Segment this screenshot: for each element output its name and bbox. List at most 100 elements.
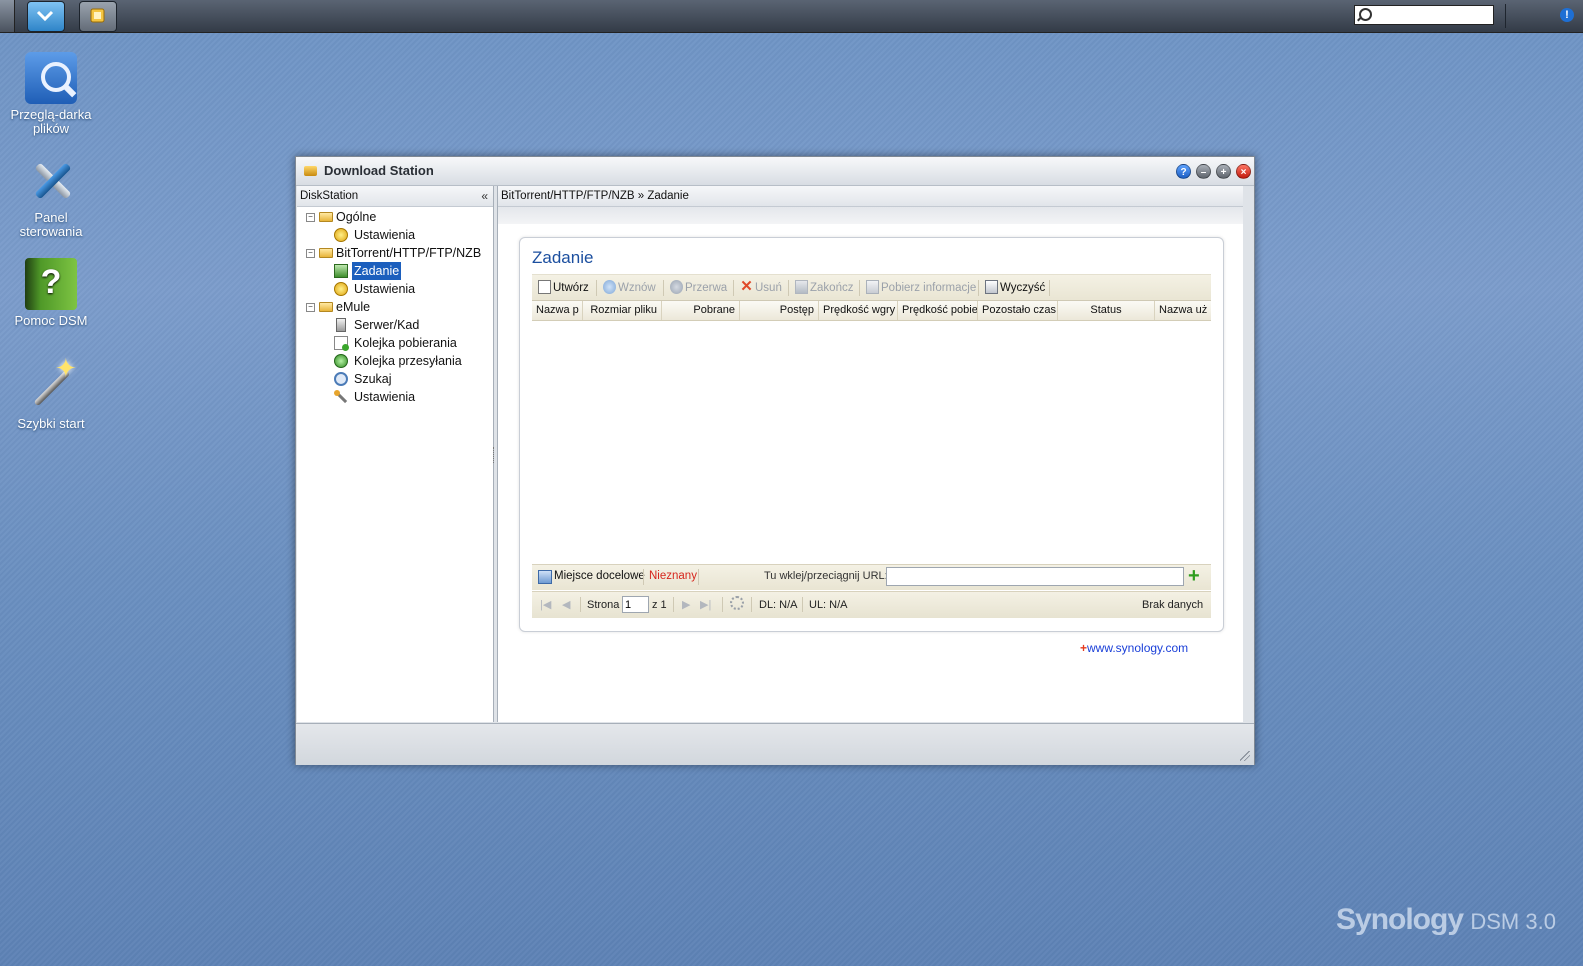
column-header-downloaded[interactable]: Pobrane — [662, 301, 740, 320]
desktop-icon-help[interactable]: ? Pomoc DSM — [6, 258, 96, 328]
destination-value: Nieznany — [649, 570, 697, 582]
download-station-icon — [90, 8, 105, 23]
info-icon — [866, 279, 879, 294]
tree-group-label: Ogólne — [336, 210, 377, 224]
first-page-icon[interactable]: |◀ — [540, 598, 551, 611]
collapse-toggle-icon[interactable]: − — [306, 303, 315, 312]
column-header-status[interactable]: Status — [1058, 301, 1155, 320]
wrench-icon — [334, 390, 348, 404]
url-input[interactable] — [886, 567, 1184, 586]
toolbar-separator — [788, 280, 789, 296]
task-panel: Zadanie Utwórz Wznów Przerwa ✕ Usuń Zako… — [519, 237, 1224, 632]
brand-version: DSM 3.0 — [1470, 909, 1556, 934]
desktop-icon-quick-start[interactable]: ✦ Szybki start — [6, 355, 96, 431]
column-header-username[interactable]: Nazwa uż — [1155, 301, 1211, 320]
maximize-button[interactable]: + — [1216, 164, 1231, 179]
tree-item-server-kad[interactable]: Serwer/Kad — [297, 316, 493, 334]
toolbar-separator — [1049, 280, 1050, 296]
pause-icon — [670, 279, 683, 294]
refresh-icon[interactable] — [730, 596, 744, 610]
last-page-icon[interactable]: ▶| — [700, 598, 711, 611]
column-header-progress[interactable]: Postęp — [740, 301, 819, 320]
toolbar-separator — [596, 280, 597, 296]
pager-separator — [580, 597, 581, 612]
column-header-name[interactable]: Nazwa p — [532, 301, 583, 320]
delete-icon: ✕ — [740, 277, 753, 295]
desktop-icon-control-panel[interactable]: Panel sterowania — [6, 155, 96, 239]
window-statusbar — [296, 723, 1254, 765]
tree-item-download-queue[interactable]: Kolejka pobierania — [297, 334, 493, 352]
tree-group-general[interactable]: − Ogólne — [297, 208, 493, 226]
collapse-icon[interactable]: « — [481, 186, 488, 206]
collapse-toggle-icon[interactable]: − — [306, 249, 315, 258]
desktop-icon-file-browser[interactable]: Przeglą-darka plików — [6, 52, 96, 136]
tree-item-general-settings[interactable]: Ustawienia — [297, 226, 493, 244]
tree-item-label: Kolejka pobierania — [354, 336, 457, 350]
pause-button[interactable]: Przerwa — [670, 279, 727, 296]
delete-button[interactable]: ✕ Usuń — [740, 277, 782, 296]
finish-button[interactable]: Zakończ — [795, 279, 853, 296]
plus-icon: + — [1080, 641, 1088, 655]
panel-splitter[interactable] — [493, 447, 496, 463]
taskbar-divider — [1505, 4, 1506, 28]
search-box[interactable] — [1354, 5, 1494, 25]
minimize-button[interactable]: – — [1196, 164, 1211, 179]
panel-title: Zadanie — [532, 248, 594, 267]
nav-tree: − Ogólne Ustawienia − BitTorrent/HTTP/FT… — [297, 207, 493, 406]
next-page-icon[interactable]: ▶ — [682, 598, 690, 611]
control-panel-icon — [25, 155, 77, 207]
taskbar-handle[interactable] — [0, 0, 15, 32]
notification-icon[interactable]: ! — [1560, 8, 1574, 22]
tree-item-bt-settings[interactable]: Ustawienia — [297, 280, 493, 298]
tree-item-task[interactable]: Zadanie — [297, 262, 493, 280]
toolbar-separator — [978, 280, 979, 296]
grid-header: Nazwa p Rozmiar pliku Pobrane Postęp Prę… — [532, 301, 1211, 321]
main-menu-button[interactable] — [27, 1, 65, 32]
tree-item-search[interactable]: Szukaj — [297, 370, 493, 388]
tree-group-label: BitTorrent/HTTP/FTP/NZB — [336, 246, 482, 260]
prev-page-icon[interactable]: ◀ — [562, 598, 570, 611]
tree-group-label: eMule — [336, 300, 371, 314]
column-header-upload-speed[interactable]: Prędkość wgry — [819, 301, 898, 320]
column-header-size[interactable]: Rozmiar pliku — [583, 301, 662, 320]
column-header-download-speed[interactable]: Prędkość pobie — [898, 301, 978, 320]
synology-link-text: www.synology.com — [1087, 641, 1189, 655]
tree-group-emule[interactable]: − eMule — [297, 298, 493, 316]
tree-item-label: Ustawienia — [354, 282, 416, 296]
create-button[interactable]: Utwórz — [538, 279, 589, 296]
pager-separator — [673, 597, 674, 612]
window-titlebar[interactable]: Download Station ? – + × — [296, 157, 1254, 186]
add-url-icon[interactable]: + — [1188, 565, 1200, 587]
empty-message: Brak danych — [1142, 599, 1204, 611]
toolbar-separator — [663, 280, 664, 296]
collapse-toggle-icon[interactable]: − — [306, 213, 315, 222]
clear-button[interactable]: Wyczyść — [985, 279, 1045, 296]
server-icon — [336, 318, 346, 332]
clear-icon — [985, 279, 998, 294]
column-header-time-left[interactable]: Pozostało czas — [978, 301, 1058, 320]
resume-button[interactable]: Wznów — [603, 279, 656, 296]
pager-separator — [722, 597, 723, 612]
upload-rate: UL: N/A — [809, 599, 848, 611]
get-info-button[interactable]: Pobierz informacje — [866, 279, 976, 296]
tree-item-upload-queue[interactable]: Kolejka przesyłania — [297, 352, 493, 370]
upload-queue-icon — [334, 354, 348, 368]
destination-button[interactable]: Miejsce docelowe — [554, 570, 645, 582]
header-band — [498, 207, 1243, 224]
tree-item-emule-settings[interactable]: Ustawienia — [297, 388, 493, 406]
sidebar: DiskStation « − Ogólne Ustawienia − BitT… — [297, 186, 494, 722]
close-button[interactable]: × — [1236, 164, 1251, 179]
desktop-icon-label: Panel sterowania — [19, 210, 83, 239]
resize-grip-icon[interactable] — [1240, 751, 1250, 761]
download-station-icon — [304, 166, 317, 176]
window-title: Download Station — [324, 163, 434, 178]
synology-link[interactable]: +www.synology.com — [1080, 641, 1188, 655]
help-button[interactable]: ? — [1176, 164, 1191, 179]
folder-icon — [319, 212, 333, 222]
page-number-input[interactable] — [622, 596, 649, 613]
taskbar-download-station[interactable] — [79, 1, 117, 32]
task-icon — [334, 264, 348, 278]
url-label: Tu wklej/przeciągnij URL: — [764, 570, 888, 582]
tree-group-bittorrent[interactable]: − BitTorrent/HTTP/FTP/NZB — [297, 244, 493, 262]
folder-icon — [319, 302, 333, 312]
